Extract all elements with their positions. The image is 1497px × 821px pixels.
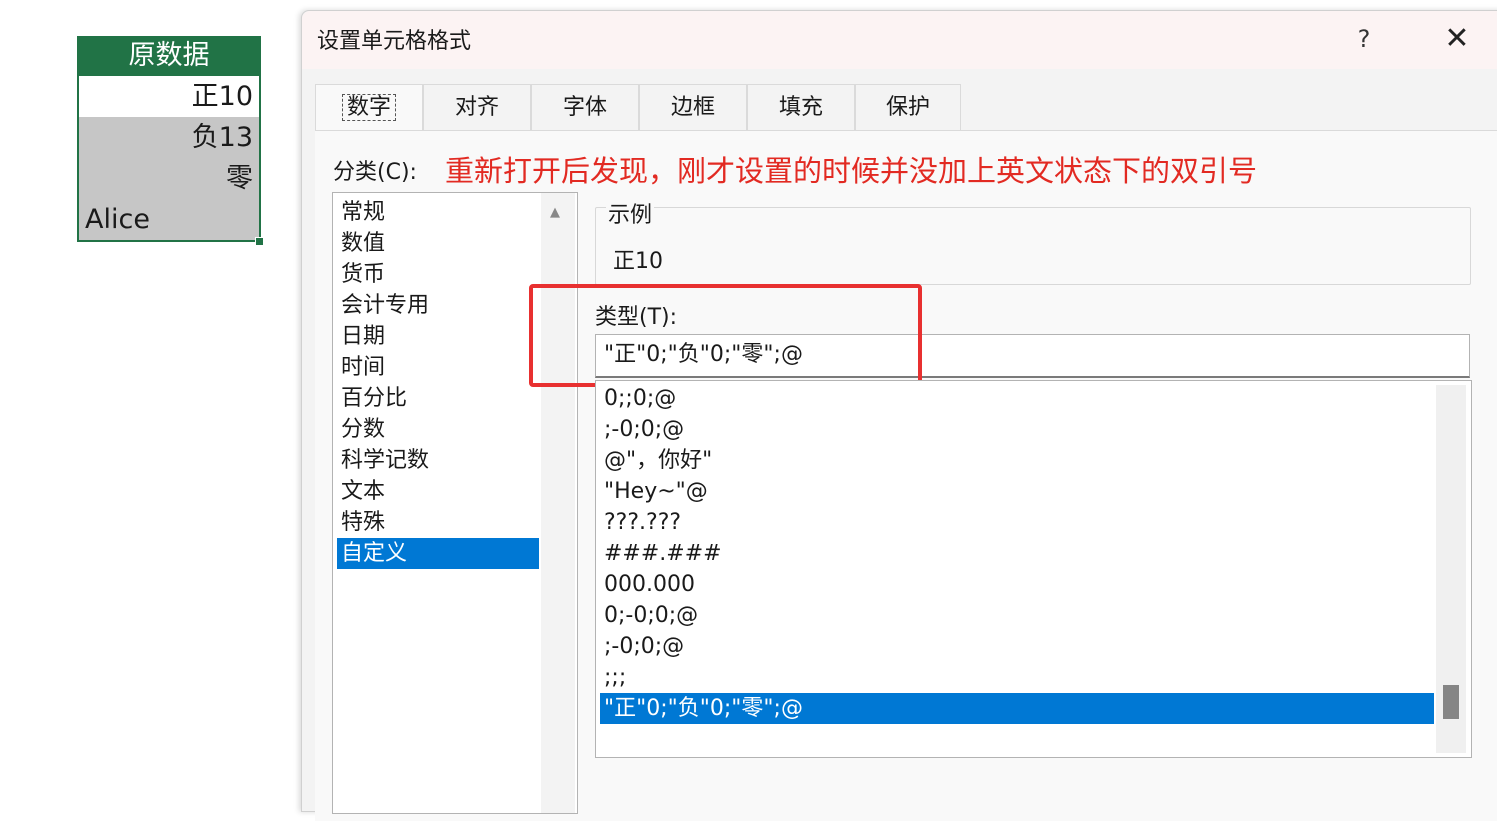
- sample-label: 示例: [606, 197, 655, 229]
- category-item[interactable]: 特殊: [337, 507, 539, 538]
- annotation-text: 重新打开后发现，刚才设置的时候并没加上英文状态下的双引号: [445, 154, 1258, 188]
- category-item[interactable]: 科学记数: [337, 445, 539, 476]
- category-item[interactable]: 时间: [337, 352, 539, 383]
- dialog-titlebar: 设置单元格格式 ? ✕: [302, 11, 1497, 69]
- category-item-selected[interactable]: 自定义: [337, 538, 539, 569]
- scroll-up-icon[interactable]: ▲: [550, 205, 560, 220]
- category-item[interactable]: 文本: [337, 476, 539, 507]
- category-item[interactable]: 会计专用: [337, 290, 539, 321]
- cell-4[interactable]: Alice: [79, 199, 259, 240]
- format-item[interactable]: ;;;: [600, 662, 1434, 693]
- cell-2[interactable]: 负13: [79, 117, 259, 158]
- tab-alignment[interactable]: 对齐: [423, 84, 531, 130]
- tab-border[interactable]: 边框: [639, 84, 747, 130]
- category-item[interactable]: 百分比: [337, 383, 539, 414]
- format-item[interactable]: ###.###: [600, 538, 1434, 569]
- format-cells-dialog: 设置单元格格式 ? ✕ 数字 对齐 字体 边框 填充 保护 分类(C): 重新打…: [301, 10, 1497, 821]
- category-item[interactable]: 分数: [337, 414, 539, 445]
- column-header: 原数据: [77, 36, 261, 76]
- tab-protection[interactable]: 保护: [855, 84, 961, 130]
- cell-range: 正10 负13 零 Alice: [77, 76, 261, 242]
- format-item[interactable]: ;-0;0;@: [600, 631, 1434, 662]
- format-item[interactable]: ;-0;0;@: [600, 414, 1434, 445]
- format-item[interactable]: 000.000: [600, 569, 1434, 600]
- scrollbar-thumb[interactable]: [1443, 685, 1459, 719]
- spreadsheet-snippet: 原数据 正10 负13 零 Alice: [77, 36, 264, 246]
- close-button[interactable]: ✕: [1437, 19, 1477, 59]
- tab-number[interactable]: 数字: [315, 84, 423, 130]
- format-list[interactable]: 0;;0;@ ;-0;0;@ @"，你好" "Hey~"@ ???.??? ##…: [595, 380, 1472, 758]
- category-item[interactable]: 日期: [337, 321, 539, 352]
- help-button[interactable]: ?: [1344, 19, 1384, 59]
- format-item[interactable]: @"，你好": [600, 445, 1434, 476]
- cell-1[interactable]: 正10: [79, 76, 259, 117]
- category-item[interactable]: 常规: [337, 197, 539, 228]
- tab-fill[interactable]: 填充: [747, 84, 855, 130]
- category-item[interactable]: 数值: [337, 228, 539, 259]
- fill-handle[interactable]: [255, 237, 264, 246]
- format-item-selected[interactable]: "正"0;"负"0;"零";@: [600, 693, 1434, 724]
- dialog-title: 设置单元格格式: [317, 29, 472, 54]
- format-item[interactable]: 0;;0;@: [600, 383, 1434, 414]
- sample-value: 正10: [613, 249, 663, 274]
- tab-font[interactable]: 字体: [531, 84, 639, 130]
- sample-group: [595, 207, 1471, 285]
- highlight-box: [529, 284, 922, 387]
- format-item[interactable]: 0;-0;0;@: [600, 600, 1434, 631]
- category-item[interactable]: 货币: [337, 259, 539, 290]
- format-item[interactable]: "Hey~"@: [600, 476, 1434, 507]
- format-item[interactable]: ???.???: [600, 507, 1434, 538]
- format-scrollbar[interactable]: [1436, 385, 1466, 753]
- cell-3[interactable]: 零: [79, 158, 259, 199]
- category-label: 分类(C):: [333, 160, 417, 185]
